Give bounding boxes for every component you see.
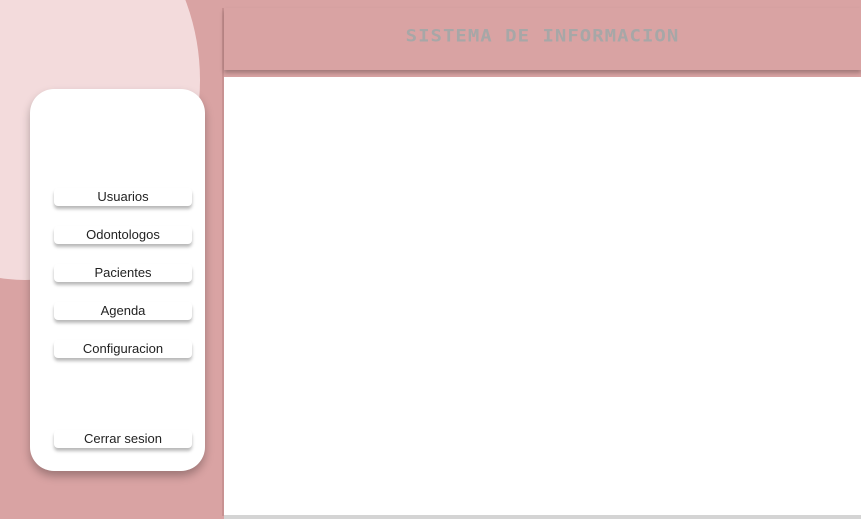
sidebar-item-agenda[interactable]: Agenda [54,302,192,320]
sidebar-item-odontologos[interactable]: Odontologos [54,226,192,244]
sidebar-item-pacientes[interactable]: Pacientes [54,264,192,282]
main-content-area [224,77,861,515]
sidebar-item-configuracion[interactable]: Configuracion [54,340,192,358]
sidebar-menu: Usuarios Odontologos Pacientes Agenda Co… [30,89,205,471]
header-bar: SISTEMA DE INFORMACION [224,8,861,70]
app-window: SISTEMA DE INFORMACION Usuarios Odontolo… [0,0,861,519]
sidebar-item-usuarios[interactable]: Usuarios [54,188,192,206]
page-title: SISTEMA DE INFORMACION [405,26,680,46]
bottom-border [224,515,861,519]
logout-button[interactable]: Cerrar sesion [54,430,192,448]
